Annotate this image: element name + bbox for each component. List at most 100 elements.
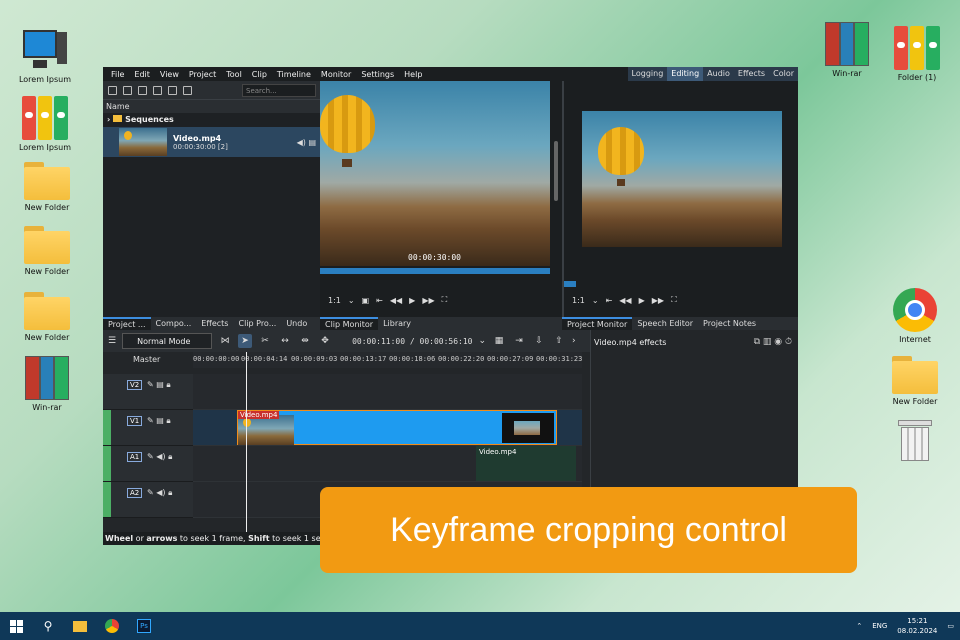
tab-undo[interactable]: Undo xyxy=(281,317,312,330)
multicam-tool-icon[interactable]: ✥ xyxy=(318,334,332,348)
clip-monitor-ruler[interactable] xyxy=(320,268,550,274)
timeline-ruler[interactable]: 00:00:00:00 00:00:04:14 00:00:09:03 00:0… xyxy=(193,352,582,368)
menu-monitor[interactable]: Monitor xyxy=(316,70,356,79)
in-point-icon[interactable]: ⇤ xyxy=(376,296,383,305)
track-controls-icons[interactable]: ✎ ◀) 🔒︎ xyxy=(147,452,172,462)
effects-toolbar-icons[interactable]: ⧉ ▥ ◉ ⏱ xyxy=(754,337,792,347)
snap-icon[interactable]: ▦ xyxy=(492,334,506,348)
language-indicator[interactable]: ENG xyxy=(872,622,887,630)
play-icon[interactable]: ▶ xyxy=(409,296,415,305)
track-controls-icons[interactable]: ✎ ◀) 🔒︎ xyxy=(147,488,172,498)
add-clip-icon[interactable] xyxy=(108,85,117,95)
menu-clip[interactable]: Clip xyxy=(247,70,272,79)
tab-clip-properties[interactable]: Clip Pro... xyxy=(233,317,281,330)
track-header-a1[interactable]: A1 ✎ ◀) 🔒︎ xyxy=(103,446,193,482)
track-lane-v2[interactable] xyxy=(193,374,582,410)
tab-effects[interactable]: Effects xyxy=(196,317,233,330)
settings-icon[interactable]: ☰ xyxy=(108,336,116,346)
desktop-icon-recycle-bin[interactable] xyxy=(880,420,950,465)
chevron-down-icon[interactable]: ⌄ xyxy=(479,336,487,346)
slip-tool-icon[interactable]: ↔ xyxy=(278,334,292,348)
tab-speech-editor[interactable]: Speech Editor xyxy=(632,317,698,330)
insert-icon[interactable]: ⇥ xyxy=(512,334,526,348)
desktop-icon-folder[interactable]: New Folder xyxy=(880,356,950,406)
rewind-icon[interactable]: ◀◀ xyxy=(390,296,402,305)
tab-clip-monitor[interactable]: Clip Monitor xyxy=(320,317,379,330)
zoom-select[interactable]: 1:1 xyxy=(572,296,585,305)
play-icon[interactable]: ▶ xyxy=(639,296,645,305)
workspace-effects[interactable]: Effects xyxy=(733,67,770,81)
clip-monitor-scrollbar[interactable] xyxy=(554,141,558,201)
menu-settings[interactable]: Settings xyxy=(356,70,399,79)
timeline-playhead[interactable] xyxy=(246,352,247,537)
menu-timeline[interactable]: Timeline xyxy=(272,70,316,79)
desktop-icon-internet[interactable]: Internet xyxy=(880,288,950,344)
workspace-logging[interactable]: Logging xyxy=(627,67,668,81)
slide-tool-icon[interactable]: ⇹ xyxy=(298,334,312,348)
tab-library[interactable]: Library xyxy=(378,317,416,330)
file-explorer-button[interactable] xyxy=(64,612,96,640)
bin-clip-item[interactable]: Video.mp4 00:00:30:00 [2] ◀) ▤ xyxy=(103,127,320,157)
workspace-editing[interactable]: Editing xyxy=(667,67,704,81)
track-controls-icons[interactable]: ✎ ▤ 🔒︎ xyxy=(147,380,171,390)
menu-edit[interactable]: Edit xyxy=(129,70,155,79)
razor-tool-icon[interactable]: ✂ xyxy=(258,334,272,348)
desktop-icon-binders[interactable]: Lorem Ipsum xyxy=(10,96,80,152)
desktop-icon-folder[interactable]: New Folder xyxy=(12,226,82,276)
menu-tool[interactable]: Tool xyxy=(221,70,247,79)
track-lane-a1[interactable]: Video.mp4 xyxy=(193,446,582,482)
audio-clip[interactable]: Video.mp4 xyxy=(476,446,576,481)
chevron-down-icon[interactable]: ⌄ xyxy=(348,296,355,305)
desktop-icon-winrar[interactable]: Win-rar xyxy=(812,22,882,78)
tab-compositions[interactable]: Compo... xyxy=(151,317,197,330)
spacer-tool-icon[interactable]: ⋈ xyxy=(218,334,232,348)
track-lane-v1[interactable]: Video.mp4 xyxy=(193,410,582,446)
track-header-a2[interactable]: A2 ✎ ◀) 🔒︎ xyxy=(103,482,193,518)
sequences-folder[interactable]: › Sequences xyxy=(103,113,320,127)
chrome-button[interactable] xyxy=(96,612,128,640)
chevron-down-icon[interactable]: ⌄ xyxy=(592,296,599,305)
workspace-color[interactable]: Color xyxy=(769,67,798,81)
folder-add-icon[interactable] xyxy=(123,85,132,95)
photoshop-button[interactable]: Ps xyxy=(128,612,160,640)
menu-project[interactable]: Project xyxy=(184,70,221,79)
menu-file[interactable]: File xyxy=(106,70,129,79)
fullscreen-icon[interactable]: ⛶ xyxy=(671,295,677,305)
edit-mode-select[interactable]: Normal Mode xyxy=(122,333,213,349)
track-header-v2[interactable]: V2 ✎ ▤ 🔒︎ xyxy=(103,374,193,410)
desktop-icon-computer[interactable]: Lorem Ipsum xyxy=(10,28,80,84)
filter-icon[interactable] xyxy=(183,85,192,95)
clock[interactable]: 15:21 08.02.2024 xyxy=(897,616,937,636)
more-icon[interactable]: › xyxy=(572,336,576,346)
track-header-v1[interactable]: V1 ✎ ▤ 🔒︎ xyxy=(103,410,193,446)
tab-project[interactable]: Project ... xyxy=(103,317,151,330)
in-point-icon[interactable]: ⇤ xyxy=(606,296,613,305)
stop-icon[interactable]: ▣ xyxy=(362,296,370,305)
menu-help[interactable]: Help xyxy=(399,70,427,79)
desktop-icon-folder[interactable]: New Folder xyxy=(12,292,82,342)
notification-icon[interactable]: ▭ xyxy=(947,622,954,630)
fullscreen-icon[interactable]: ⛶ xyxy=(442,295,448,305)
bin-column-header[interactable]: Name xyxy=(103,99,320,113)
bin-search-input[interactable]: Search... xyxy=(242,84,316,97)
tab-project-monitor[interactable]: Project Monitor xyxy=(562,317,633,330)
track-controls-icons[interactable]: ✎ ▤ 🔒︎ xyxy=(147,416,171,426)
chevron-up-icon[interactable]: ⌃ xyxy=(856,622,862,630)
desktop-icon-binders[interactable]: Folder (1) xyxy=(882,26,952,82)
edit-icon[interactable] xyxy=(138,85,147,95)
project-monitor-ruler[interactable] xyxy=(564,281,576,287)
zoom-select[interactable]: 1:1 xyxy=(328,296,341,305)
rewind-icon[interactable]: ◀◀ xyxy=(619,296,631,305)
fast-forward-icon[interactable]: ▶▶ xyxy=(422,296,434,305)
select-tool-icon[interactable]: ➤ xyxy=(238,334,253,348)
desktop-icon-folder[interactable]: New Folder xyxy=(12,162,82,212)
search-button[interactable]: ⚲ xyxy=(32,612,64,640)
lift-icon[interactable]: ⇧ xyxy=(552,334,566,348)
tab-project-notes[interactable]: Project Notes xyxy=(698,317,761,330)
workspace-audio[interactable]: Audio xyxy=(703,67,734,81)
desktop-icon-winrar[interactable]: Win-rar xyxy=(12,356,82,412)
tag-icon[interactable] xyxy=(168,85,177,95)
menu-view[interactable]: View xyxy=(155,70,184,79)
start-button[interactable] xyxy=(0,612,32,640)
delete-icon[interactable] xyxy=(153,85,162,95)
